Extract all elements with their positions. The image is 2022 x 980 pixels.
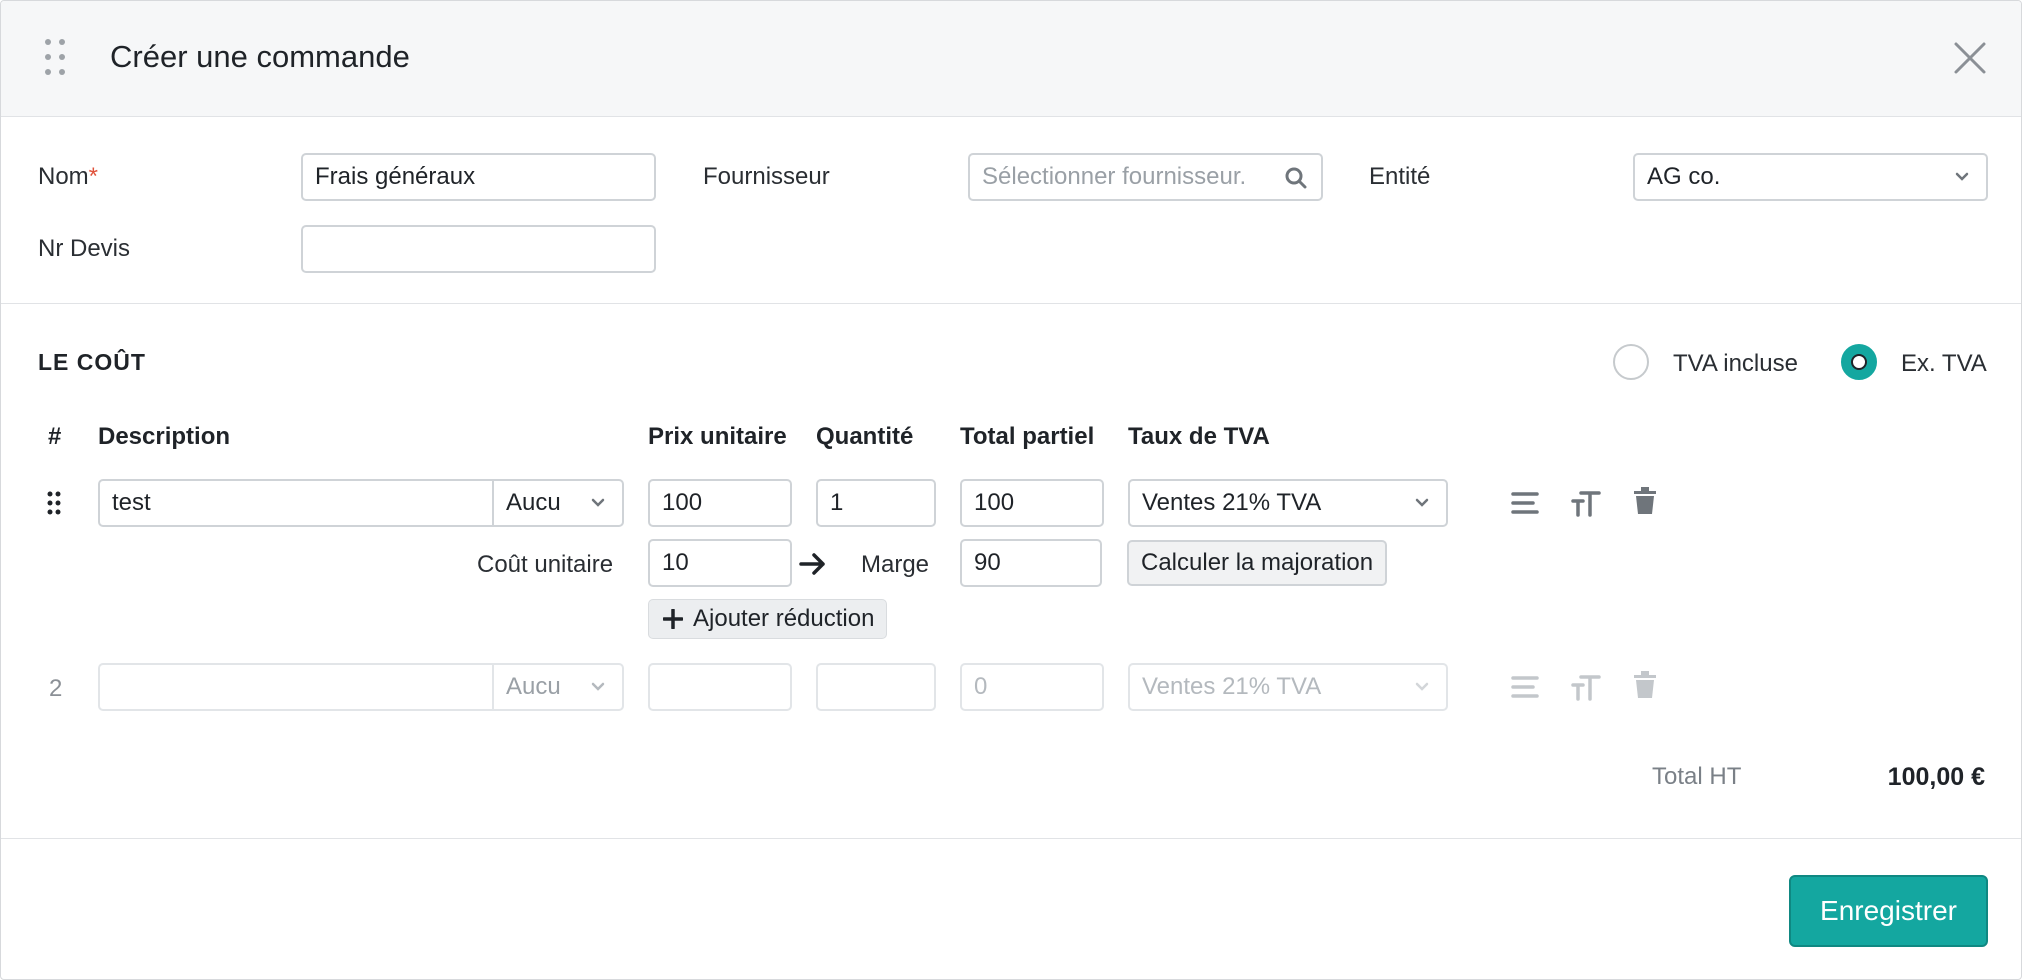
text-size-icon[interactable] [1571, 673, 1601, 703]
col-vat-rate: Taux de TVA [1128, 423, 1270, 450]
trash-icon[interactable] [1633, 671, 1663, 701]
supplier-search-input[interactable]: Sélectionner fournisseur. [968, 153, 1323, 201]
chevron-down-icon [591, 498, 605, 507]
trash-icon[interactable] [1633, 487, 1663, 517]
description-input[interactable] [98, 663, 494, 711]
chevron-down-icon [591, 682, 605, 691]
unit-select[interactable]: Aucu [492, 663, 624, 711]
vat-included-radio[interactable] [1613, 344, 1649, 380]
col-quantity: Quantité [816, 423, 914, 450]
quantity-input[interactable]: 1 [816, 479, 936, 527]
dialog-header: Créer une commande [1, 1, 2021, 117]
margin-label: Marge [861, 551, 930, 578]
create-order-dialog: Créer une commande Nom* Frais généraux F… [0, 0, 2022, 980]
text-size-icon[interactable] [1571, 489, 1601, 519]
row-drag-icon[interactable] [47, 491, 61, 515]
margin-input[interactable]: 90 [960, 539, 1102, 587]
unit-select[interactable]: Aucu [492, 479, 624, 527]
calculate-markup-button[interactable]: Calculer la majoration [1127, 540, 1388, 586]
subtotal-input[interactable]: 0 [960, 663, 1104, 711]
section-divider [1, 303, 2021, 304]
vat-rate-select[interactable]: Ventes 21% TVA [1128, 479, 1448, 527]
cost-section-title: LE COÛT [38, 349, 146, 375]
col-description: Description [98, 423, 231, 450]
align-text-icon[interactable] [1511, 489, 1541, 519]
quantity-input[interactable] [816, 663, 936, 711]
unit-price-input[interactable] [648, 663, 792, 711]
unit-cost-input[interactable]: 10 [648, 539, 792, 587]
plus-icon [663, 609, 683, 629]
vat-excluded-label: Ex. TVA [1901, 350, 1987, 377]
subtotal-input[interactable]: 100 [960, 479, 1104, 527]
quote-number-input[interactable] [301, 225, 656, 273]
entity-select[interactable]: AG co. [1633, 153, 1988, 201]
align-text-icon[interactable] [1511, 673, 1541, 703]
footer-divider [1, 838, 2021, 839]
vat-included-label: TVA incluse [1673, 350, 1798, 377]
col-subtotal: Total partiel [960, 423, 1095, 450]
close-icon[interactable] [1953, 41, 1987, 75]
description-input[interactable]: test [98, 479, 494, 527]
drag-handle-icon[interactable] [45, 39, 67, 77]
col-unit-price: Prix unitaire [648, 423, 787, 450]
unit-cost-label: Coût unitaire [477, 551, 614, 578]
col-number: # [48, 423, 62, 450]
search-icon [1285, 167, 1307, 189]
chevron-down-icon [1415, 682, 1429, 691]
dialog-title: Créer une commande [110, 39, 410, 74]
required-marker: * [88, 163, 99, 190]
arrow-right-icon [799, 553, 825, 575]
row-number: 2 [49, 675, 63, 702]
supplier-label: Fournisseur [703, 163, 830, 190]
vat-rate-select[interactable]: Ventes 21% TVA [1128, 663, 1448, 711]
entity-label: Entité [1369, 163, 1431, 190]
vat-excluded-radio[interactable] [1841, 344, 1877, 380]
chevron-down-icon [1955, 172, 1969, 181]
save-button[interactable]: Enregistrer [1789, 875, 1988, 947]
total-ht-label: Total HT [1652, 763, 1742, 790]
unit-price-input[interactable]: 100 [648, 479, 792, 527]
quote-number-label: Nr Devis [38, 235, 131, 262]
name-input[interactable]: Frais généraux [301, 153, 656, 201]
name-label: Nom* [38, 163, 99, 190]
total-ht-value: 100,00 € [1887, 763, 1985, 791]
add-discount-button[interactable]: Ajouter réduction [648, 599, 888, 639]
chevron-down-icon [1415, 498, 1429, 507]
